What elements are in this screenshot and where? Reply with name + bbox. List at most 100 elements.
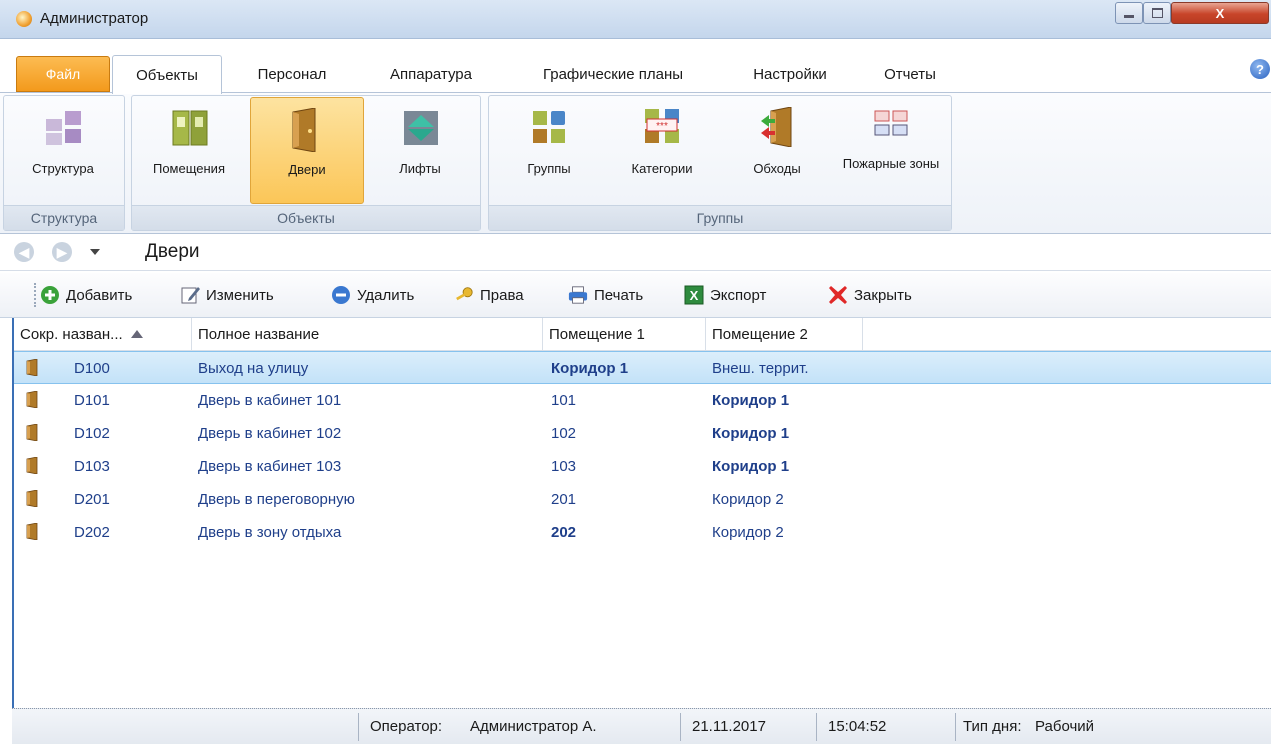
page-title: Двери <box>145 241 200 262</box>
export-label: Экспорт <box>710 286 767 304</box>
close-label: Закрыть <box>854 286 912 304</box>
edit-label: Изменить <box>206 286 274 304</box>
ribbon-group-label: Структура <box>4 205 124 230</box>
table-cell-short: D101 <box>74 392 110 409</box>
minimize-icon <box>1124 14 1134 18</box>
table-header: Сокр. назван... Полное название Помещени… <box>14 318 1271 351</box>
daytype-value: Рабочий <box>1035 718 1095 735</box>
column-header-short-name[interactable]: Сокр. назван... <box>14 318 192 350</box>
table-cell-short: D100 <box>74 360 110 377</box>
ribbon-button-label: Структура <box>32 161 94 176</box>
print-button[interactable]: Печать <box>568 284 643 306</box>
minimize-button[interactable] <box>1115 2 1143 24</box>
doors-button[interactable]: Двери <box>250 97 364 204</box>
tab-graphic-plans[interactable]: Графические планы <box>513 56 713 92</box>
delete-label: Удалить <box>357 286 415 304</box>
ribbon-button-label: Пожарные зоны <box>842 156 940 171</box>
door-icon <box>26 359 38 376</box>
delete-button[interactable]: Удалить <box>331 284 414 306</box>
column-header-full-name[interactable]: Полное название <box>192 318 543 350</box>
column-header-room2[interactable]: Помещение 2 <box>706 318 863 350</box>
rights-button[interactable]: Права <box>454 284 524 306</box>
back-arrow-icon[interactable]: ◀ <box>14 242 34 262</box>
maximize-button[interactable] <box>1143 2 1171 24</box>
table-cell-short: D103 <box>74 458 110 475</box>
title-bar[interactable]: Администратор X <box>0 0 1271 39</box>
ribbon-button-label: Группы <box>527 161 571 176</box>
status-divider <box>358 713 359 741</box>
categories-icon: *** <box>645 109 679 143</box>
print-label: Печать <box>594 286 644 304</box>
app-window: Администратор X Файл Объекты Персонал Ап… <box>0 0 1271 744</box>
tab-hardware[interactable]: Аппаратура <box>366 56 496 92</box>
delete-icon <box>332 286 350 304</box>
tab-settings[interactable]: Настройки <box>728 56 852 92</box>
table-row[interactable]: D102 Дверь в кабинет 102 102 Коридор 1 <box>14 417 1271 450</box>
add-button[interactable]: Добавить <box>40 284 132 306</box>
door-icon <box>26 424 38 441</box>
status-divider <box>816 713 817 741</box>
edit-button[interactable]: Изменить <box>180 284 274 306</box>
ribbon-button-label: Обходы <box>753 161 801 176</box>
table-cell-full: Выход на улицу <box>198 360 309 377</box>
ribbon-button-label: Помещения <box>152 161 225 176</box>
ribbon-group-label: Группы <box>489 205 951 230</box>
export-button[interactable]: X Экспорт <box>684 284 766 306</box>
door-icon <box>26 391 38 408</box>
close-red-icon <box>829 286 847 304</box>
table-row[interactable]: D202 Дверь в зону отдыха 202 Коридор 2 <box>14 516 1271 549</box>
structure-button[interactable]: Структура <box>6 97 120 202</box>
table-cell-full: Дверь в кабинет 102 <box>198 425 342 442</box>
categories-button[interactable]: *** Категории <box>607 97 717 202</box>
status-divider <box>680 713 681 741</box>
help-icon[interactable]: ? <box>1250 59 1270 79</box>
door-icon <box>26 490 38 507</box>
close-button[interactable]: Закрыть <box>828 284 912 306</box>
forward-arrow-icon[interactable]: ▶ <box>52 242 72 262</box>
table-row[interactable]: D101 Дверь в кабинет 101 101 Коридор 1 <box>14 384 1271 417</box>
table-cell-full: Дверь в кабинет 103 <box>198 458 342 475</box>
file-tab[interactable]: Файл <box>16 56 110 92</box>
table-cell-room1: 103 <box>551 458 577 475</box>
groups-button[interactable]: Группы <box>497 97 601 202</box>
table-row[interactable]: D201 Дверь в переговорную 201 Коридор 2 <box>14 483 1271 516</box>
status-time: 15:04:52 <box>828 718 887 735</box>
close-window-button[interactable]: X <box>1171 2 1269 24</box>
tab-personnel[interactable]: Персонал <box>236 56 348 92</box>
tab-objects[interactable]: Объекты <box>112 55 222 94</box>
table-cell-room1: 102 <box>551 425 577 442</box>
table-cell-room2: Коридор 2 <box>712 491 784 508</box>
toolbar-grip[interactable] <box>34 283 38 307</box>
table-cell-room2: Внеш. террит. <box>712 360 809 377</box>
printer-icon <box>568 286 588 304</box>
ribbon-group-label: Объекты <box>132 205 480 230</box>
column-header-room1[interactable]: Помещение 1 <box>543 318 706 350</box>
table-cell-room2: Коридор 1 <box>712 458 790 475</box>
ribbon-group-objects: Помещения Двери Лифты Объекты <box>131 95 481 231</box>
tab-reports[interactable]: Отчеты <box>862 56 958 92</box>
close-icon: X <box>1215 5 1225 21</box>
elevators-button[interactable]: Лифты <box>368 97 472 202</box>
rights-label: Права <box>480 286 524 304</box>
svg-text:***: *** <box>656 121 668 132</box>
table-cell-full: Дверь в кабинет 101 <box>198 392 342 409</box>
table-row[interactable]: D103 Дверь в кабинет 103 103 Коридор 1 <box>14 450 1271 483</box>
status-date: 21.11.2017 <box>692 718 766 735</box>
table-cell-full: Дверь в переговорную <box>198 491 355 508</box>
door-icon <box>26 523 38 540</box>
table-cell-room2: Коридор 2 <box>712 524 784 541</box>
rooms-button[interactable]: Помещения <box>136 97 242 202</box>
rounds-button[interactable]: Обходы <box>725 97 829 202</box>
sort-ascending-icon <box>130 330 143 338</box>
history-dropdown-icon[interactable] <box>90 249 100 255</box>
table-row[interactable]: D100 Выход на улицу Коридор 1 Внеш. террит. <box>14 351 1271 384</box>
ribbon-button-label: Категории <box>631 161 693 176</box>
fire-zones-button[interactable]: Пожарные зоны <box>839 97 943 202</box>
window-title: Администратор <box>40 10 149 27</box>
ribbon-group-structure: Структура Структура <box>3 95 125 231</box>
rounds-icon <box>761 107 792 147</box>
status-bar: Оператор: Администратор А. 21.11.2017 15… <box>12 708 1271 744</box>
table-cell-full: Дверь в зону отдыха <box>198 524 342 541</box>
column-header-label: Сокр. назван... <box>20 325 123 343</box>
table-cell-room2: Коридор 1 <box>712 425 790 442</box>
